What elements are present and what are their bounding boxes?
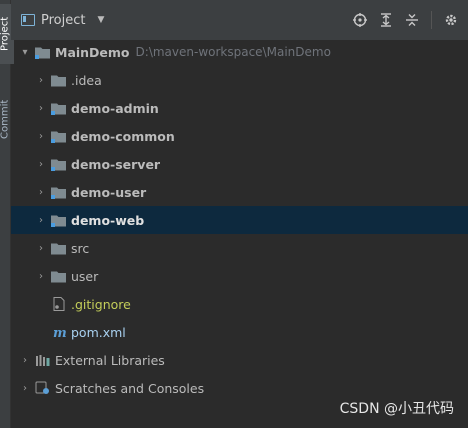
tree-item-label: External Libraries [55,352,165,368]
tree-item-maindemo[interactable]: ▾ MainDemo D:\maven-workspace\MainDemo [11,38,468,66]
tree-item-label: demo-web [71,212,145,228]
tree-item-label: Scratches and Consoles [55,380,205,396]
project-view-selector[interactable]: Project ▼ [21,13,104,28]
folder-icon [51,241,67,255]
folder-icon [51,73,67,87]
tree-item-src[interactable]: › src [11,234,468,262]
tree-item-label: demo-common [71,128,175,144]
tree-item-demo-admin[interactable]: › demo-admin [11,94,468,122]
module-folder-icon [51,129,67,143]
chevron-right-icon[interactable]: › [35,187,47,198]
tool-window-strip: Project Commit [0,0,14,428]
chevron-right-icon[interactable]: › [35,131,47,142]
header-divider [431,11,432,29]
tree-item-label: .gitignore [71,296,131,312]
tree-item-label: demo-admin [71,100,159,116]
project-path: D:\maven-workspace\MainDemo [135,45,331,59]
chevron-right-icon[interactable]: › [19,355,31,366]
chevron-right-icon[interactable]: › [35,103,47,114]
collapse-all-icon[interactable] [405,13,419,27]
tree-item-external-libraries[interactable]: › External Libraries [11,346,468,374]
module-folder-icon [51,213,67,227]
svg-text:m: m [53,326,66,339]
locate-icon[interactable] [353,13,367,27]
module-folder-icon [51,157,67,171]
chevron-right-icon[interactable]: › [35,159,47,170]
header-actions [353,0,458,40]
gitignore-file-icon [51,297,67,311]
project-tree: ▾ MainDemo D:\maven-workspace\MainDemo ›… [11,40,468,428]
tree-item-label: demo-server [71,156,161,172]
tree-item-label: src [71,240,90,256]
tree-item-label: .idea [71,72,102,88]
tree-item-demo-web[interactable]: › demo-web [11,206,468,234]
module-folder-icon [51,101,67,115]
chevron-right-icon[interactable]: › [19,383,31,394]
tree-item-label: demo-user [71,184,147,200]
watermark: CSDN @小丑代码 [339,401,454,417]
project-panel-header: Project ▼ [11,0,468,40]
settings-icon[interactable] [444,13,458,27]
expand-all-icon[interactable] [379,13,393,27]
tree-item-label: pom.xml [71,324,126,340]
chevron-down-icon[interactable]: ▾ [19,47,31,58]
tree-item-demo-server[interactable]: › demo-server [11,150,468,178]
tree-item-pom-xml[interactable]: m pom.xml [11,318,468,346]
module-folder-icon [51,185,67,199]
tree-item-demo-user[interactable]: › demo-user [11,178,468,206]
tree-item-user[interactable]: › user [11,262,468,290]
commit-tool-tab-label: Commit [0,99,11,139]
tree-item-idea[interactable]: › .idea [11,66,468,94]
maven-file-icon: m [51,325,67,339]
tree-item-demo-common[interactable]: › demo-common [11,122,468,150]
libraries-icon [35,353,51,367]
project-panel-title: Project [41,12,86,28]
scratches-icon [35,381,51,395]
module-folder-icon [35,45,51,59]
project-tool-tab-label: Project [0,16,11,52]
project-window-icon [21,14,35,26]
tree-item-label: MainDemo [55,44,130,60]
tree-item-label: user [71,268,99,284]
chevron-right-icon[interactable]: › [35,243,47,254]
chevron-right-icon[interactable]: › [35,75,47,86]
chevron-right-icon[interactable]: › [35,271,47,282]
chevron-right-icon[interactable]: › [35,215,47,226]
folder-icon [51,269,67,283]
tree-item-gitignore[interactable]: .gitignore [11,290,468,318]
chevron-down-icon[interactable]: ▼ [97,15,104,25]
